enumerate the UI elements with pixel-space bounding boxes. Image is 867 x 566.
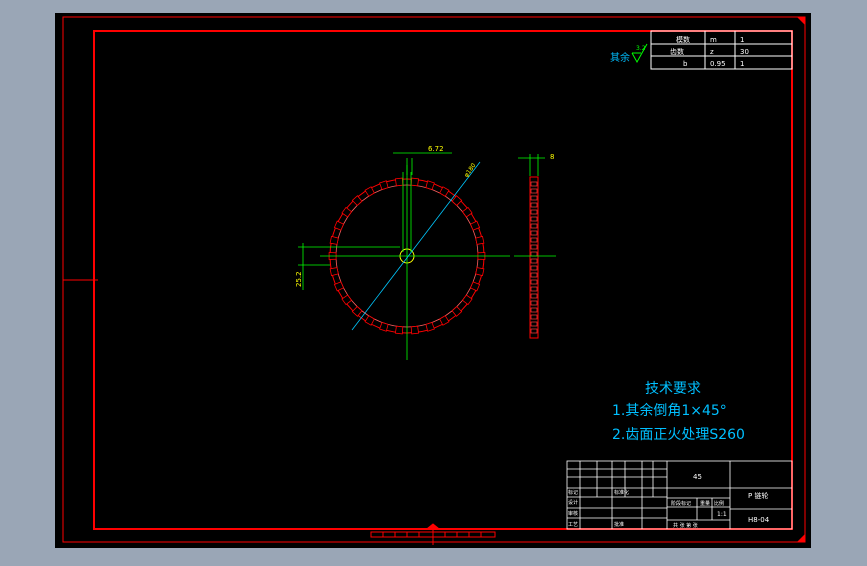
roughness-value: 3.2 [636, 45, 646, 52]
svg-text:阶段标记: 阶段标记 [671, 500, 691, 507]
svg-text:1: 1 [740, 60, 744, 68]
tech-requirement-1: 1.其余倒角1×45° [612, 402, 727, 419]
svg-text:重量: 重量 [700, 500, 710, 507]
gear-tooth [410, 325, 420, 335]
gear-tooth [394, 325, 404, 335]
svg-text:比例: 比例 [714, 500, 724, 507]
svg-text:审核: 审核 [568, 510, 578, 517]
roughness-label: 其余 [610, 51, 630, 64]
gear-tooth [475, 267, 485, 277]
svg-text:工艺: 工艺 [568, 522, 578, 528]
gear-tooth [475, 235, 485, 245]
svg-text:0.95: 0.95 [710, 60, 726, 68]
canvas-background [55, 13, 811, 548]
title-part-name: P 链轮 [748, 491, 768, 500]
title-scale: 1:1 [717, 511, 727, 518]
svg-text:标准化: 标准化 [614, 489, 629, 496]
svg-text:共 张 第 张: 共 张 第 张 [673, 522, 698, 529]
svg-text:z: z [710, 48, 714, 56]
gear-tooth [410, 177, 420, 187]
svg-text:模数: 模数 [676, 35, 690, 44]
title-drawing-no: H8-04 [748, 516, 770, 524]
svg-text:设计: 设计 [568, 499, 578, 506]
svg-text:标记: 标记 [568, 489, 578, 496]
svg-text:b: b [683, 60, 688, 68]
cad-viewport: 其余 3.2 模数 m 1 齿数 z 30 b 0.95 1 6.72 φ180… [0, 0, 867, 562]
dimension-side-width: 8 [550, 153, 554, 161]
title-material: 45 [693, 473, 702, 481]
svg-text:批准: 批准 [614, 521, 624, 528]
svg-text:30: 30 [740, 48, 749, 56]
svg-text:m: m [710, 36, 717, 44]
gear-tooth [394, 177, 404, 187]
drawing-canvas: 其余 3.2 模数 m 1 齿数 z 30 b 0.95 1 6.72 φ180… [55, 13, 811, 548]
tech-requirements-title: 技术要求 [645, 381, 701, 397]
svg-text:齿数: 齿数 [670, 47, 684, 56]
gear-tooth [329, 267, 339, 277]
gear-tooth [329, 235, 339, 245]
svg-text:1: 1 [740, 36, 744, 44]
tech-requirement-2: 2.齿面正火处理S260 [612, 427, 745, 443]
dimension-top-width: 6.72 [428, 145, 444, 153]
dimension-left-height: 25.2 [295, 271, 303, 287]
